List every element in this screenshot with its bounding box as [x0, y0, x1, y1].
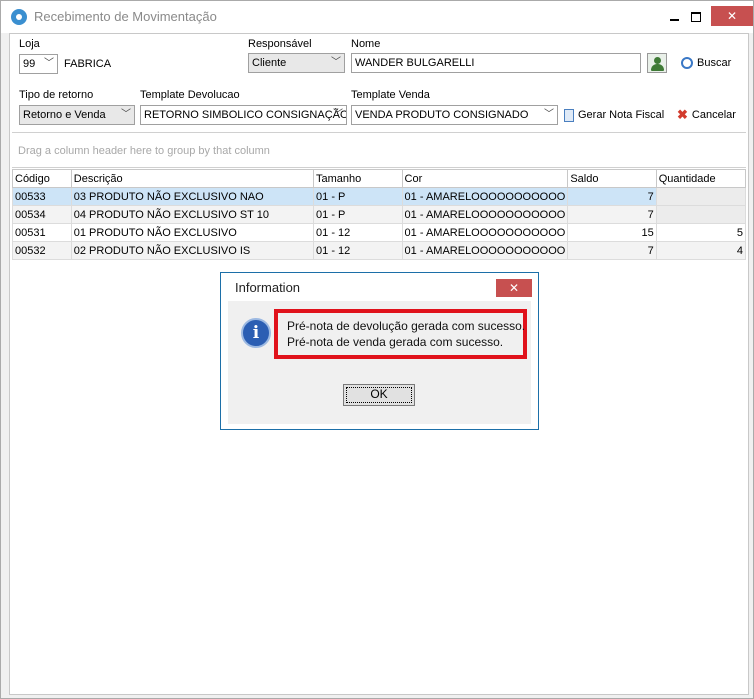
information-dialog: Information ✕ i Pré-nota de devolução ge…	[220, 272, 539, 430]
window-title: Recebimento de Movimentação	[34, 9, 217, 24]
cell-quantidade[interactable]	[655, 187, 747, 206]
nome-value: WANDER BULGARELLI	[355, 57, 475, 69]
cancelar-button[interactable]: ✖ Cancelar	[677, 106, 736, 124]
tipo-retorno-label: Tipo de retorno	[19, 89, 94, 101]
dialog-body: i Pré-nota de devolução gerada com suces…	[228, 301, 531, 424]
chevron-down-icon: ﹀	[544, 109, 554, 120]
cancelar-label: Cancelar	[691, 109, 736, 121]
info-icon: i	[241, 318, 271, 348]
ok-button[interactable]: OK	[343, 384, 415, 406]
cell-saldo: 15	[567, 223, 657, 242]
column-header-tamanho[interactable]: Tamanho	[313, 169, 403, 188]
column-header-quantidade[interactable]: Quantidade	[655, 169, 747, 188]
close-icon: ✕	[726, 9, 738, 23]
maximize-icon	[691, 11, 701, 22]
person-icon-body	[651, 64, 664, 71]
cell-descricao: 03 PRODUTO NÃO EXCLUSIVO NAO	[70, 187, 315, 206]
nome-label: Nome	[351, 38, 381, 50]
cell-descricao: 04 PRODUTO NÃO EXCLUSIVO ST 10	[70, 205, 315, 224]
loja-select[interactable]: 99 ﹀	[19, 54, 58, 74]
gerar-nota-label: Gerar Nota Fiscal	[578, 109, 665, 121]
table-row[interactable]: 00534 04 PRODUTO NÃO EXCLUSIVO ST 10 01 …	[12, 205, 747, 224]
cancel-icon: ✖	[677, 107, 688, 123]
items-table: Código Descrição Tamanho Cor Saldo Quant…	[12, 169, 747, 260]
column-header-saldo[interactable]: Saldo	[567, 169, 657, 188]
cell-cor: 01 - AMARELOOOOOOOOOOO	[401, 223, 569, 242]
title-bar: Recebimento de Movimentação ✕	[1, 1, 753, 33]
main-window: Recebimento de Movimentação ✕ Loja 99 ﹀ …	[0, 0, 754, 699]
responsavel-value: Cliente	[252, 57, 287, 69]
template-devolucao-value: RETORNO SIMBOLICO CONSIGNAÇÃO	[144, 109, 347, 121]
group-by-hint: Drag a column header here to group by th…	[18, 145, 270, 157]
cell-descricao: 02 PRODUTO NÃO EXCLUSIVO IS	[70, 241, 315, 260]
table-header-row: Código Descrição Tamanho Cor Saldo Quant…	[12, 169, 747, 188]
person-icon	[654, 57, 661, 64]
loja-label: Loja	[19, 38, 40, 50]
ok-label: OK	[370, 387, 388, 401]
group-by-panel[interactable]: Drag a column header here to group by th…	[12, 133, 746, 168]
cell-codigo: 00532	[12, 241, 72, 260]
maximize-button[interactable]	[681, 6, 711, 26]
table-row[interactable]: 00533 03 PRODUTO NÃO EXCLUSIVO NAO 01 - …	[12, 187, 747, 206]
template-devolucao-label: Template Devolucao	[140, 89, 240, 101]
document-icon	[564, 108, 574, 122]
nome-input[interactable]: WANDER BULGARELLI	[351, 53, 641, 73]
cell-cor: 01 - AMARELOOOOOOOOOOO	[401, 205, 569, 224]
minimize-icon	[669, 18, 679, 21]
dialog-message-line-2: Pré-nota de venda gerada com sucesso.	[287, 335, 504, 349]
cell-saldo: 7	[567, 187, 657, 206]
column-header-descricao[interactable]: Descrição	[70, 169, 315, 188]
cell-quantidade[interactable]: 5	[655, 223, 747, 242]
cell-tamanho: 01 - P	[313, 205, 403, 224]
cell-tamanho: 01 - 12	[313, 241, 403, 260]
cell-descricao: 01 PRODUTO NÃO EXCLUSIVO	[70, 223, 315, 242]
chevron-down-icon: ﹀	[44, 58, 54, 69]
template-devolucao-select[interactable]: RETORNO SIMBOLICO CONSIGNAÇÃO ﹀	[140, 105, 347, 125]
cell-saldo: 7	[567, 205, 657, 224]
cell-quantidade[interactable]	[655, 205, 747, 224]
cell-tamanho: 01 - 12	[313, 223, 403, 242]
chevron-down-icon: ﹀	[331, 57, 341, 68]
loja-value: 99	[23, 58, 36, 70]
cell-codigo: 00533	[12, 187, 72, 206]
gerar-nota-fiscal-button[interactable]: Gerar Nota Fiscal	[564, 106, 664, 124]
template-venda-label: Template Venda	[351, 89, 430, 101]
search-icon	[681, 57, 693, 70]
template-venda-value: VENDA PRODUTO CONSIGNADO	[355, 109, 529, 121]
cell-cor: 01 - AMARELOOOOOOOOOOO	[401, 187, 569, 206]
highlight-box	[274, 309, 527, 359]
responsavel-select[interactable]: Cliente ﹀	[248, 53, 345, 73]
responsavel-label: Responsável	[248, 38, 312, 50]
close-icon: ✕	[508, 281, 520, 295]
cell-saldo: 7	[567, 241, 657, 260]
chevron-down-icon: ﹀	[121, 109, 131, 120]
loja-name: FABRICA	[64, 58, 112, 70]
cell-tamanho: 01 - P	[313, 187, 403, 206]
buscar-button[interactable]: Buscar	[681, 54, 731, 72]
column-header-cor[interactable]: Cor	[401, 169, 569, 188]
tipo-retorno-value: Retorno e Venda	[23, 109, 106, 121]
app-icon	[11, 9, 27, 25]
dialog-message-line-1: Pré-nota de devolução gerada com sucesso…	[287, 319, 526, 333]
cell-quantidade[interactable]: 4	[655, 241, 747, 260]
cell-codigo: 00531	[12, 223, 72, 242]
chevron-down-icon: ﹀	[333, 109, 343, 120]
template-venda-select[interactable]: VENDA PRODUTO CONSIGNADO ﹀	[351, 105, 558, 125]
table-row[interactable]: 00531 01 PRODUTO NÃO EXCLUSIVO 01 - 12 0…	[12, 223, 747, 242]
close-button[interactable]: ✕	[711, 6, 753, 26]
cell-codigo: 00534	[12, 205, 72, 224]
cell-cor: 01 - AMARELOOOOOOOOOOO	[401, 241, 569, 260]
dialog-title: Information	[235, 280, 301, 295]
dialog-close-button[interactable]: ✕	[496, 279, 532, 297]
column-header-codigo[interactable]: Código	[12, 169, 72, 188]
tipo-retorno-select[interactable]: Retorno e Venda ﹀	[19, 105, 135, 125]
select-person-button[interactable]	[647, 53, 667, 73]
buscar-label: Buscar	[697, 57, 732, 69]
table-row[interactable]: 00532 02 PRODUTO NÃO EXCLUSIVO IS 01 - 1…	[12, 241, 747, 260]
